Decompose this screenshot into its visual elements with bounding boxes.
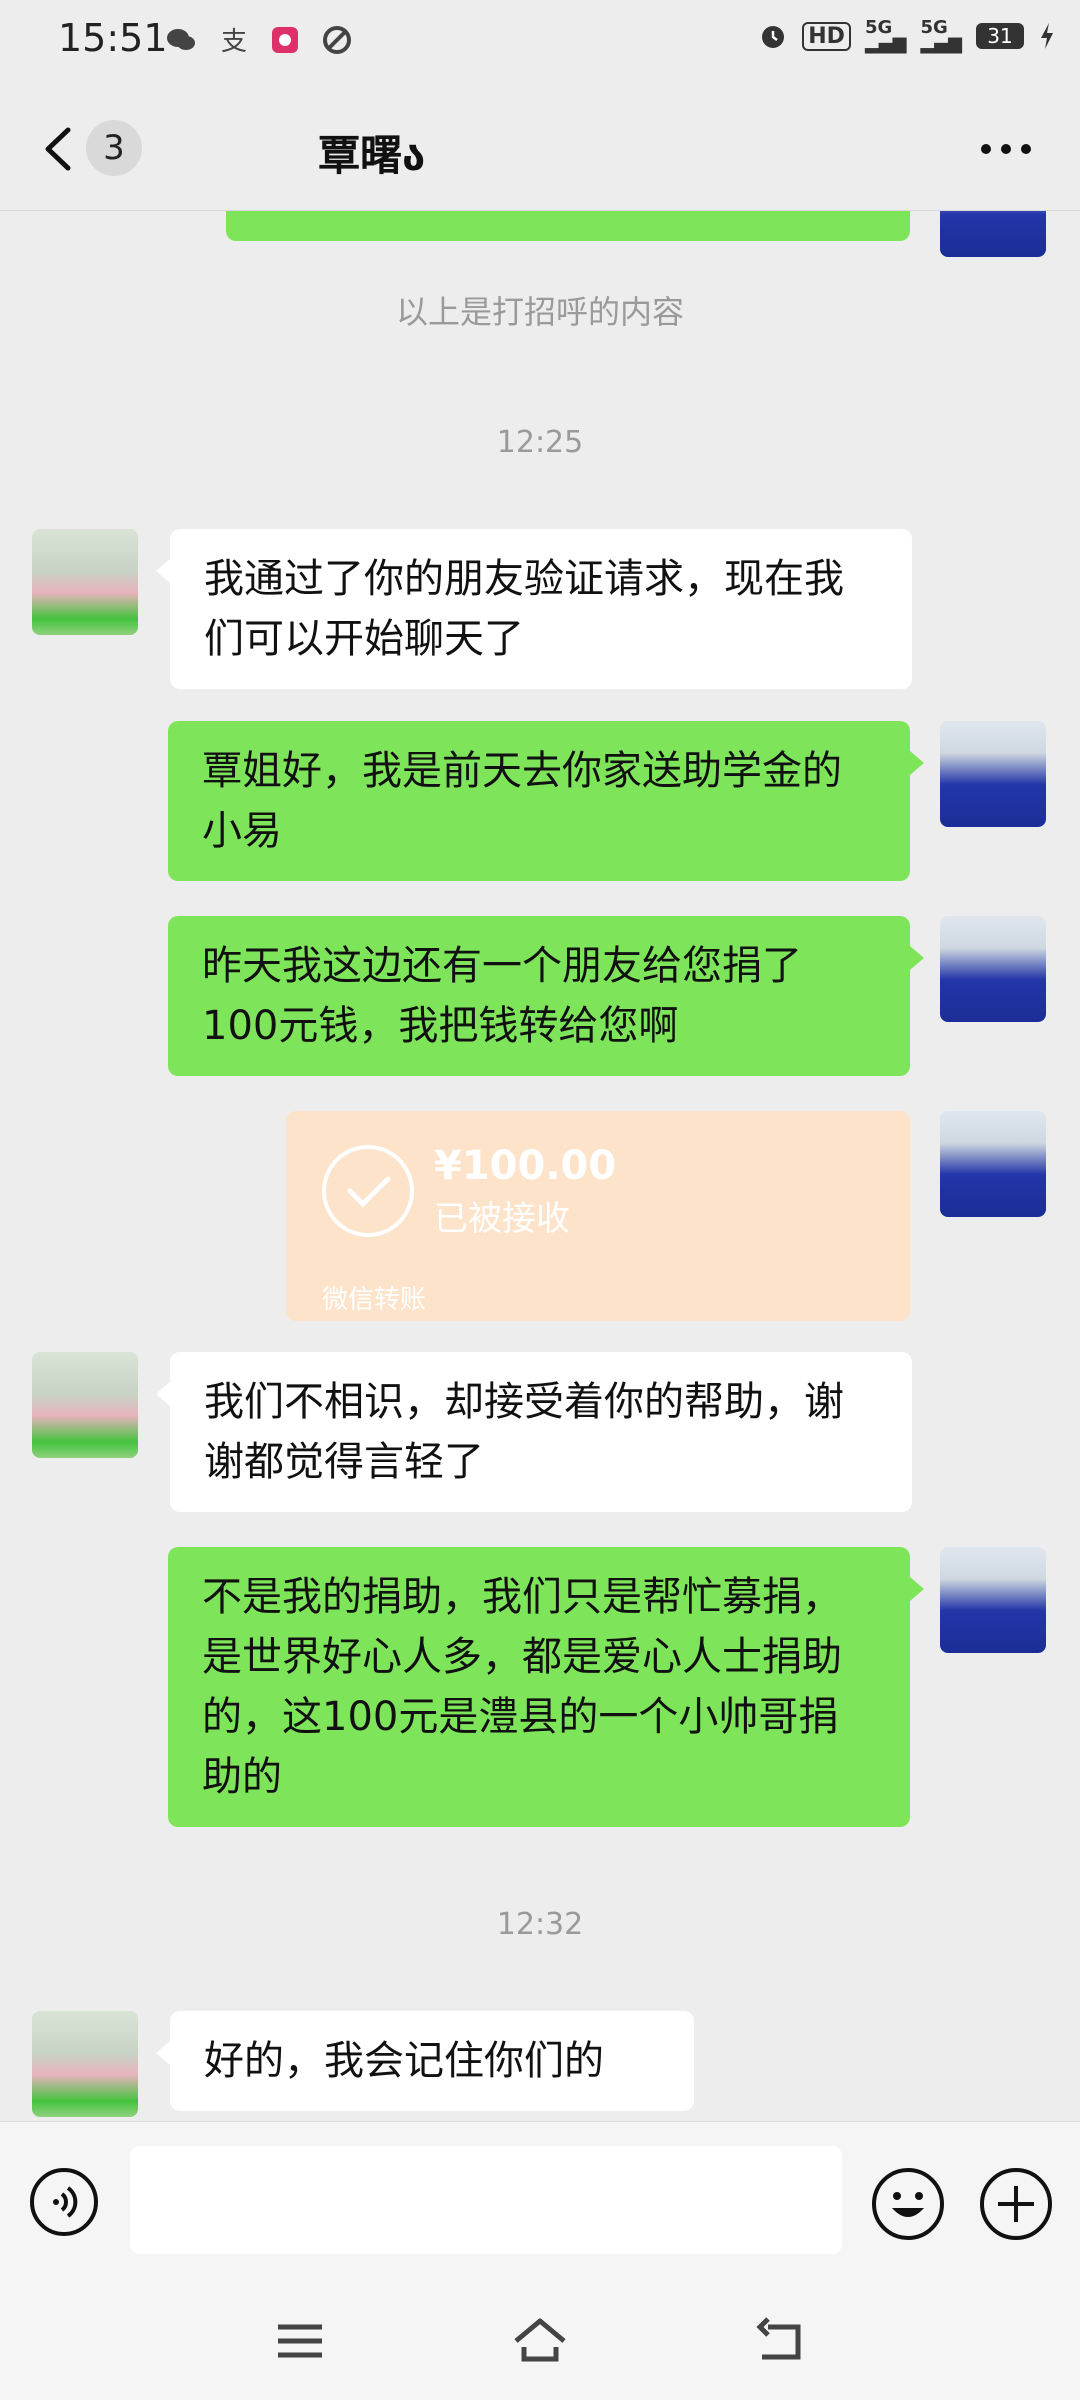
system-nav-bar — [0, 2281, 1080, 2400]
message-text: 我们不相识，却接受着你的帮助，谢谢都觉得言轻了 — [204, 1379, 844, 1485]
alipay-icon: 支 — [221, 27, 247, 56]
chat-title: 覃曙ა — [318, 131, 426, 180]
add-attachment-icon[interactable] — [978, 2166, 1054, 2242]
charging-icon — [1041, 23, 1053, 49]
timestamp: 12:25 — [496, 425, 584, 460]
chat-scroll-area[interactable]: 以上是打招呼的内容 12:25 我通过了你的朋友验证请求，现在我们可以开始聊天了… — [0, 211, 1080, 2121]
my-avatar[interactable] — [940, 1111, 1046, 1217]
link-icon — [323, 26, 351, 54]
message-text: 昨天我这边还有一个朋友给您捐了100元钱，我把钱转给您啊 — [202, 943, 802, 1049]
my-avatar[interactable] — [940, 916, 1046, 1022]
back-icon[interactable] — [38, 124, 78, 174]
emoji-icon[interactable] — [870, 2166, 946, 2242]
chat-header: 3 覃曙ა — [0, 84, 1080, 211]
battery-level: 31 — [976, 23, 1024, 49]
unread-count-badge[interactable]: 3 — [86, 120, 142, 176]
message-bubble[interactable]: 覃姐好，我是前天去你家送助学金的小易 — [168, 721, 924, 881]
message-bubble[interactable]: 昨天我这边还有一个朋友给您捐了100元钱，我把钱转给您啊 — [168, 916, 924, 1076]
checkmark-icon — [322, 1145, 414, 1237]
voice-input-icon[interactable] — [28, 2166, 100, 2238]
more-options-icon[interactable] — [976, 134, 1036, 164]
message-text: 我通过了你的朋友验证请求，现在我们可以开始聊天了 — [204, 556, 844, 662]
status-time: 15:51 — [58, 16, 168, 60]
message-bubble[interactable]: 我们不相识，却接受着你的帮助，谢谢都觉得言轻了 — [156, 1352, 912, 1512]
previous-message-bubble[interactable] — [226, 211, 910, 241]
network-indicator-1: 5G ▂▄▆ — [864, 17, 907, 54]
message-input[interactable] — [130, 2146, 842, 2254]
contact-avatar[interactable] — [32, 1352, 138, 1458]
svg-text:支: 支 — [221, 27, 247, 56]
my-avatar[interactable] — [940, 211, 1046, 257]
hd-indicator: HD — [802, 21, 851, 51]
message-text: 不是我的捐助，我们只是帮忙募捐，是世界好心人多，都是爱心人士捐助的，这100元是… — [202, 1574, 842, 1800]
wechat-icon — [167, 29, 195, 50]
back-nav-icon[interactable] — [750, 2311, 810, 2371]
notification-icons: 支 — [165, 24, 353, 56]
network-indicator-2: 5G ▂▄▆ — [920, 17, 962, 54]
my-avatar[interactable] — [940, 1547, 1046, 1653]
message-bubble[interactable]: 好的，我会记住你们的 — [156, 2011, 694, 2111]
message-text: 覃姐好，我是前天去你家送助学金的小易 — [202, 748, 842, 854]
status-bar: 15:51 支 HD 5G ▂▄▆ 5G ▂▄▆ 31 — [0, 0, 1080, 84]
menu-icon[interactable] — [270, 2311, 330, 2371]
message-bubble[interactable]: 不是我的捐助，我们只是帮忙募捐，是世界好心人多，都是爱心人士捐助的，这100元是… — [168, 1547, 924, 1827]
message-text: 好的，我会记住你们的 — [204, 2038, 604, 2084]
input-bar — [0, 2121, 1080, 2282]
my-avatar[interactable] — [940, 721, 1046, 827]
system-notice: 以上是打招呼的内容 — [395, 293, 684, 331]
system-indicators: HD 5G ▂▄▆ 5G ▂▄▆ 31 — [758, 17, 1056, 54]
home-icon[interactable] — [510, 2311, 570, 2371]
contact-avatar[interactable] — [32, 529, 138, 635]
timestamp: 12:32 — [496, 1907, 584, 1942]
alarm-icon — [762, 26, 785, 48]
transfer-card[interactable]: ¥100.00 已被接收 微信转账 — [286, 1111, 910, 1321]
message-bubble[interactable]: 我通过了你的朋友验证请求，现在我们可以开始聊天了 — [156, 529, 912, 689]
transfer-amount: ¥100.00 — [434, 1143, 617, 1189]
app-icon — [272, 27, 298, 53]
contact-avatar[interactable] — [32, 2011, 138, 2117]
transfer-status: 已被接收 — [434, 1199, 570, 1239]
transfer-footer: 微信转账 — [322, 1285, 427, 1315]
